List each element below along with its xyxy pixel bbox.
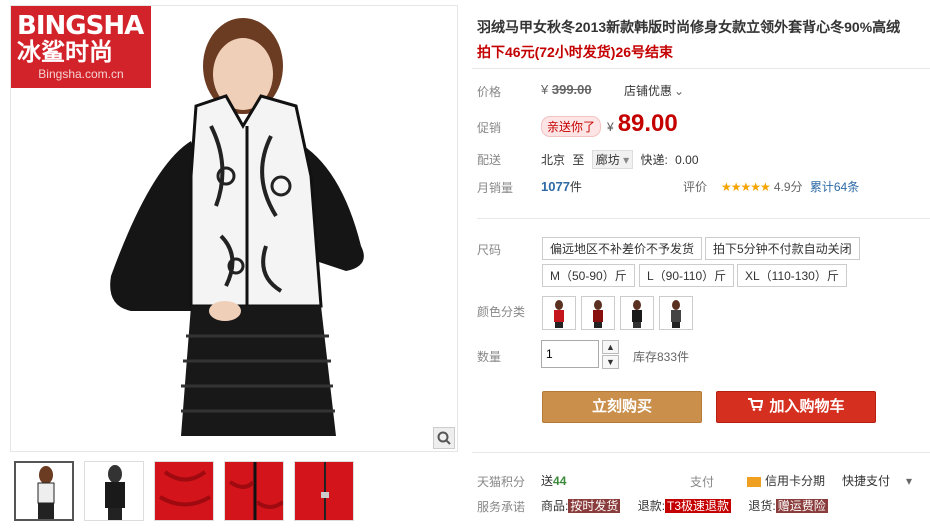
buy-now-button[interactable]: 立刻购买 bbox=[542, 391, 702, 423]
points-label: 天猫积分 bbox=[477, 475, 526, 489]
shipping-label: 配送 bbox=[477, 153, 502, 167]
thumbnail-strip bbox=[14, 461, 354, 521]
size-option-m[interactable]: M（50-90）斤 bbox=[542, 264, 635, 287]
promise-return-tag[interactable]: 赠运费险 bbox=[775, 499, 828, 513]
size-label: 尺码 bbox=[477, 243, 502, 257]
points-info: 送44 bbox=[541, 472, 566, 489]
rating-score: 4.9分 bbox=[773, 180, 803, 194]
add-to-cart-label: 加入购物车 bbox=[769, 398, 845, 415]
destination-select[interactable]: 廊坊 ▾ bbox=[591, 150, 634, 169]
review-count-link[interactable]: 累计64条 bbox=[810, 180, 859, 194]
promise-refund-label: 退款: bbox=[637, 499, 666, 513]
ship-fee-label: 快递: bbox=[640, 153, 668, 167]
ship-fee: 0.00 bbox=[675, 153, 699, 167]
product-title: 羽绒马甲女秋冬2013新款韩版时尚修身女款立领外套背心冬90%高绒 bbox=[477, 19, 901, 35]
color-swatch-black[interactable] bbox=[620, 296, 654, 330]
promise-return-label: 退货: bbox=[748, 499, 776, 513]
divider bbox=[472, 452, 930, 453]
thumbnail-1[interactable] bbox=[14, 461, 74, 521]
currency-symbol: ¥ bbox=[607, 120, 614, 134]
quantity-label: 数量 bbox=[477, 350, 502, 364]
currency-symbol: ¥ bbox=[541, 82, 549, 97]
color-label: 颜色分类 bbox=[477, 305, 526, 319]
chevron-down-icon: ▾ bbox=[906, 474, 913, 488]
star-icon: ★★★★★ bbox=[721, 180, 771, 194]
chevron-down-icon: ▾ bbox=[623, 153, 630, 167]
service-promises: 商品: 按时发货 退款: T3极速退款 退货: 赠运费险 bbox=[541, 497, 828, 514]
ship-to-word: 至 bbox=[572, 153, 585, 167]
divider bbox=[477, 218, 930, 219]
chevron-down-icon: ⌄ bbox=[674, 84, 685, 98]
pay-label: 支付 bbox=[690, 475, 715, 489]
model-illustration bbox=[110, 18, 364, 436]
quick-pay-label: 快捷支付 bbox=[842, 474, 891, 488]
color-swatch-black-grey[interactable] bbox=[659, 296, 693, 330]
size-option-note-1[interactable]: 偏远地区不补差价不予发货 bbox=[542, 237, 703, 260]
promise-refund-tag[interactable]: T3极速退款 bbox=[665, 499, 732, 513]
cart-icon bbox=[747, 392, 764, 422]
thumbnail-4[interactable] bbox=[224, 461, 284, 521]
size-option-note-2[interactable]: 拍下5分钟不付款自动关闭 bbox=[705, 237, 860, 260]
product-page: BINGSHA 冰鲨时尚 Bingsha.com.cn 羽绒马甲女秋冬2013新… bbox=[0, 0, 930, 531]
size-option-l[interactable]: L（90-110）斤 bbox=[639, 264, 735, 287]
price-label: 价格 bbox=[477, 85, 502, 99]
monthly-sales: 1077件 bbox=[541, 178, 582, 195]
product-subtitle: 拍下46元(72小时发货)26号结束 bbox=[477, 44, 674, 60]
zoom-icon[interactable] bbox=[433, 427, 455, 449]
current-price: ¥89.00 bbox=[607, 110, 678, 138]
points-prefix: 送 bbox=[541, 474, 554, 488]
thumbnail-5[interactable] bbox=[294, 461, 354, 521]
quantity-decrease-button[interactable]: ▼ bbox=[602, 355, 619, 369]
store-promo-dropdown[interactable]: 店铺优惠 ⌄ bbox=[624, 82, 684, 99]
store-promo-label: 店铺优惠 bbox=[624, 84, 673, 98]
sales-label: 月销量 bbox=[477, 181, 514, 195]
size-option-xl[interactable]: XL（110-130）斤 bbox=[737, 264, 847, 287]
quantity-input[interactable] bbox=[541, 340, 599, 368]
shipping-info: 北京 至 廊坊 ▾ 快递: 0.00 bbox=[541, 150, 699, 169]
sales-unit: 件 bbox=[569, 180, 582, 194]
promo-tag: 亲送你了 bbox=[541, 116, 602, 137]
credit-installment[interactable]: 信用卡分期 bbox=[747, 472, 825, 489]
add-to-cart-button[interactable]: 加入购物车 bbox=[716, 391, 876, 423]
destination-value: 廊坊 bbox=[595, 153, 620, 167]
promise-goods-label: 商品: bbox=[541, 499, 569, 513]
promise-label: 服务承诺 bbox=[477, 500, 526, 514]
rating-label: 评价 bbox=[683, 180, 708, 194]
promise-goods-tag[interactable]: 按时发货 bbox=[568, 499, 621, 513]
points-value: 44 bbox=[553, 474, 567, 488]
quick-pay[interactable]: 快捷支付 ▾ bbox=[842, 472, 912, 489]
credit-label: 信用卡分期 bbox=[765, 474, 826, 488]
ship-from: 北京 bbox=[541, 153, 566, 167]
main-product-image[interactable]: BINGSHA 冰鲨时尚 Bingsha.com.cn bbox=[10, 5, 458, 452]
credit-card-icon bbox=[747, 476, 761, 487]
thumbnail-2[interactable] bbox=[84, 461, 144, 521]
quantity-increase-button[interactable]: ▲ bbox=[602, 340, 619, 354]
divider bbox=[472, 68, 930, 69]
rating: 评价 ★★★★★ 4.9分 累计64条 bbox=[683, 178, 859, 195]
original-price-value: 399.00 bbox=[551, 82, 592, 97]
original-price: ¥ 399.00 bbox=[541, 82, 592, 97]
current-price-value: 89.00 bbox=[617, 110, 678, 137]
stock-count: 库存833件 bbox=[633, 350, 690, 364]
color-swatch-red-black[interactable] bbox=[581, 296, 615, 330]
promo-label: 促销 bbox=[477, 121, 502, 135]
color-swatch-red[interactable] bbox=[542, 296, 576, 330]
sales-count: 1077 bbox=[541, 179, 570, 194]
thumbnail-3[interactable] bbox=[154, 461, 214, 521]
